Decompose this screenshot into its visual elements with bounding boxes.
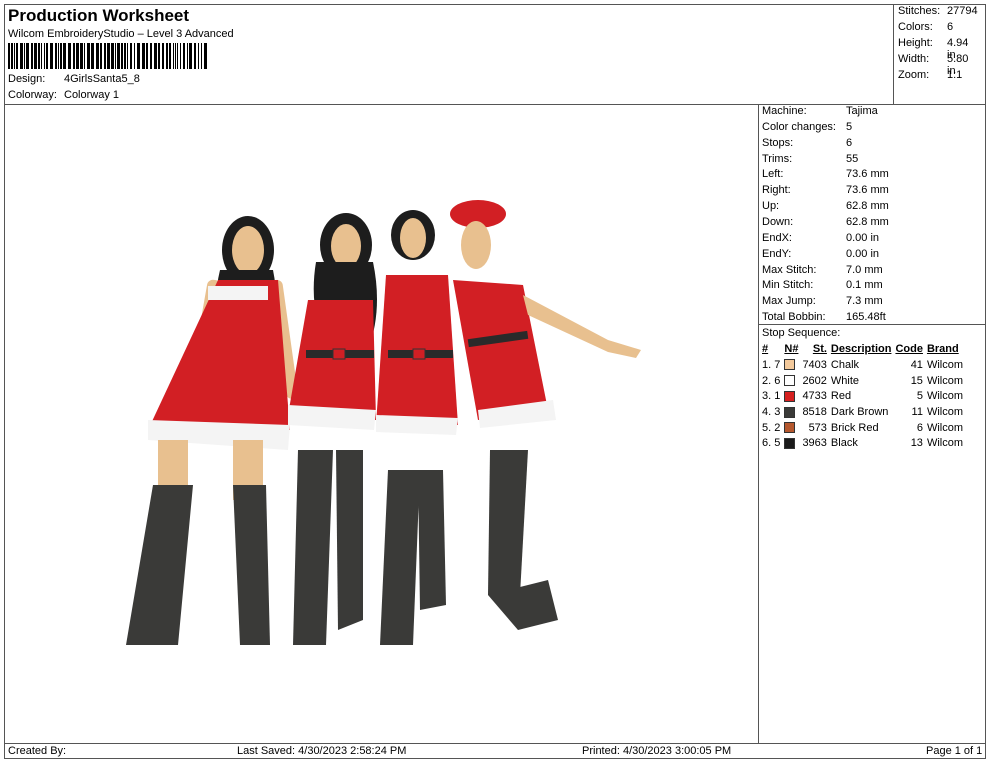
stat-width: Width: 5.80 in <box>898 53 969 77</box>
thread-code: 5 <box>916 390 923 403</box>
thread-code: 6 <box>916 421 923 434</box>
table-row: 1. 7 7403 Chalk 41 Wilcom <box>760 357 965 373</box>
row-num: 3. 1 <box>762 390 781 403</box>
header-divider <box>4 104 986 105</box>
spec-max-jump: Max Jump: 7.3 mm <box>762 295 883 307</box>
thread-code: 11 <box>911 405 923 418</box>
thread-brand: Wilcom <box>926 390 963 403</box>
row-num: 1. 7 <box>762 358 781 371</box>
spec-left: Left: 73.6 mm <box>762 168 889 180</box>
col-brand: Brand <box>926 343 959 355</box>
stitch-count: 2602 <box>802 374 827 387</box>
thread-brand: Wilcom <box>926 437 963 450</box>
barcode-image <box>8 43 207 69</box>
thread-description: White <box>830 374 860 387</box>
stop-sequence-title: Stop Sequence: <box>762 327 841 339</box>
stat-height: Height: 4.94 in <box>898 37 969 61</box>
spec-total-bobbin: Total Bobbin: 165.48ft <box>762 311 886 323</box>
stat-colors: Colors: 6 <box>898 21 954 33</box>
spec-down: Down: 62.8 mm <box>762 216 889 228</box>
printed-date: Printed: 4/30/2023 3:00:05 PM <box>582 745 732 757</box>
col-st: St. <box>812 343 827 355</box>
design-label: Design: <box>8 73 46 85</box>
thread-description: Black <box>830 437 858 450</box>
stop-divider <box>758 324 986 325</box>
footer-divider <box>4 743 986 744</box>
spec-color-changes: Color changes: 5 <box>762 121 853 133</box>
thread-brand: Wilcom <box>926 358 963 371</box>
page-number: Page 1 of 1 <box>926 745 983 757</box>
spec-trims: Trims: 55 <box>762 153 859 165</box>
table-row: 2. 6 2602 White 15 Wilcom <box>760 373 965 389</box>
design-name: 4GirlsSanta5_8 <box>64 73 140 85</box>
stats-divider <box>893 4 894 104</box>
row-num: 4. 3 <box>762 405 781 418</box>
spec-endx: EndX: 0.00 in <box>762 232 880 244</box>
thread-code: 15 <box>910 374 923 387</box>
thread-code: 41 <box>910 358 923 371</box>
table-row: 5. 2 573 Brick Red 6 Wilcom <box>760 420 965 436</box>
stitch-count: 3963 <box>802 437 827 450</box>
thread-brand: Wilcom <box>926 374 963 387</box>
col-n: N# <box>784 343 799 355</box>
color-swatch <box>782 404 800 420</box>
spec-right: Right: 73.6 mm <box>762 184 889 196</box>
color-swatch <box>782 373 800 389</box>
color-swatch <box>782 420 800 436</box>
colorway-name: Colorway 1 <box>64 89 120 101</box>
row-num: 5. 2 <box>762 421 781 434</box>
color-swatch <box>782 388 800 404</box>
spec-divider <box>758 104 759 744</box>
color-swatch <box>782 357 800 373</box>
col-code: Code <box>895 343 923 355</box>
table-header-row: # N# St. Description Code Brand <box>760 341 965 357</box>
stitch-count: 8518 <box>802 405 827 418</box>
thread-brand: Wilcom <box>926 421 963 434</box>
thread-description: Chalk <box>830 358 860 371</box>
page-title: Production Worksheet <box>8 6 190 25</box>
color-swatch <box>782 435 800 451</box>
spec-stops: Stops: 6 <box>762 137 853 149</box>
stat-zoom: Zoom: 1:1 <box>898 69 963 81</box>
colorway-label: Colorway: <box>8 89 57 101</box>
created-by: Created By: <box>8 745 67 757</box>
stat-stitches: Stitches: 27794 <box>898 5 978 17</box>
thread-brand: Wilcom <box>926 405 963 418</box>
row-num: 6. 5 <box>762 437 781 450</box>
thread-description: Dark Brown <box>830 405 889 418</box>
thread-description: Brick Red <box>830 421 879 434</box>
col-description: Description <box>830 343 892 355</box>
thread-code: 13 <box>910 437 923 450</box>
embroidery-design-preview <box>126 200 641 645</box>
thread-description: Red <box>830 390 852 403</box>
stitch-count: 573 <box>808 421 827 434</box>
table-row: 6. 5 3963 Black 13 Wilcom <box>760 435 965 451</box>
col-num: # <box>762 343 769 355</box>
stitch-count: 4733 <box>802 390 827 403</box>
spec-max-stitch: Max Stitch: 7.0 mm <box>762 264 883 276</box>
spec-min-stitch: Min Stitch: 0.1 mm <box>762 279 883 291</box>
spec-up: Up: 62.8 mm <box>762 200 889 212</box>
row-num: 2. 6 <box>762 374 781 387</box>
table-row: 3. 1 4733 Red 5 Wilcom <box>760 388 965 404</box>
table-row: 4. 3 8518 Dark Brown 11 Wilcom <box>760 404 965 420</box>
spec-endy: EndY: 0.00 in <box>762 248 880 260</box>
last-saved: Last Saved: 4/30/2023 2:58:24 PM <box>237 745 407 757</box>
stitch-count: 7403 <box>802 358 827 371</box>
spec-machine: Machine: Tajima <box>762 105 878 117</box>
stop-sequence-table: # N# St. Description Code Brand 1. 7 7403… <box>760 341 965 451</box>
software-name: Wilcom EmbroideryStudio – Level 3 Advanc… <box>8 28 234 40</box>
